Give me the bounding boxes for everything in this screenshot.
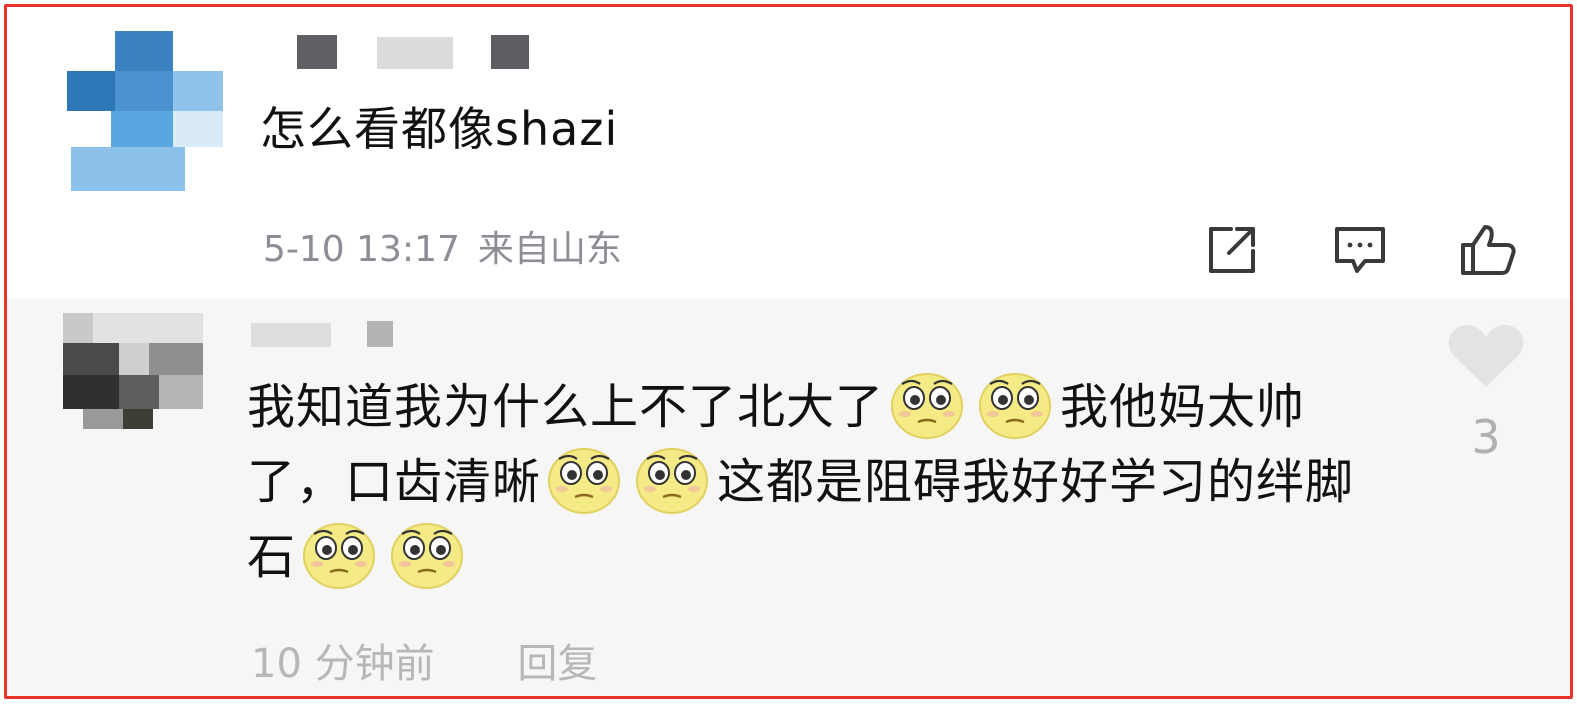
reply-text: 我知道我为什么上不了北大了 我他妈太帅了，口齿清晰 这都是阻碍我好好学习的绊脚石 <box>247 371 1367 596</box>
avatar[interactable] <box>67 31 223 191</box>
screenshot-frame: 怎么看都像shazi 5-10 13:17 来自山东 我知道我为什么上不了北大了… <box>4 4 1573 699</box>
comment-text: 怎么看都像shazi <box>260 102 619 156</box>
comment-date: 5-10 13:17 <box>263 229 460 270</box>
share-icon[interactable] <box>1201 219 1263 281</box>
reply-text-segment: 我知道我为什么上不了北大了 <box>247 379 885 435</box>
comment-meta: 5-10 13:17 来自山东 <box>263 225 622 275</box>
wide-eyed-face-icon <box>300 518 378 590</box>
heart-icon[interactable] <box>1445 321 1527 391</box>
wide-eyed-face-icon <box>545 443 623 515</box>
reply-username-pixelated[interactable] <box>251 319 401 349</box>
reply-avatar[interactable] <box>63 313 203 429</box>
main-comment: 怎么看都像shazi 5-10 13:17 来自山东 <box>7 7 1570 299</box>
wide-eyed-face-icon <box>888 368 966 440</box>
wide-eyed-face-icon <box>976 368 1054 440</box>
like-count: 3 <box>1471 410 1501 464</box>
reply-meta: 10 分钟前 回复 <box>251 637 597 691</box>
reply-comment: 我知道我为什么上不了北大了 我他妈太帅了，口齿清晰 这都是阻碍我好好学习的绊脚石 1… <box>7 299 1570 696</box>
comment-icon[interactable] <box>1329 219 1391 281</box>
username-pixelated[interactable] <box>297 33 537 75</box>
reply-button[interactable]: 回复 <box>517 641 597 687</box>
wide-eyed-face-icon <box>633 443 711 515</box>
reply-time: 10 分钟前 <box>251 641 435 687</box>
comment-location: 来自山东 <box>477 229 622 270</box>
wide-eyed-face-icon <box>388 518 466 590</box>
thumbs-up-icon[interactable] <box>1457 219 1519 281</box>
